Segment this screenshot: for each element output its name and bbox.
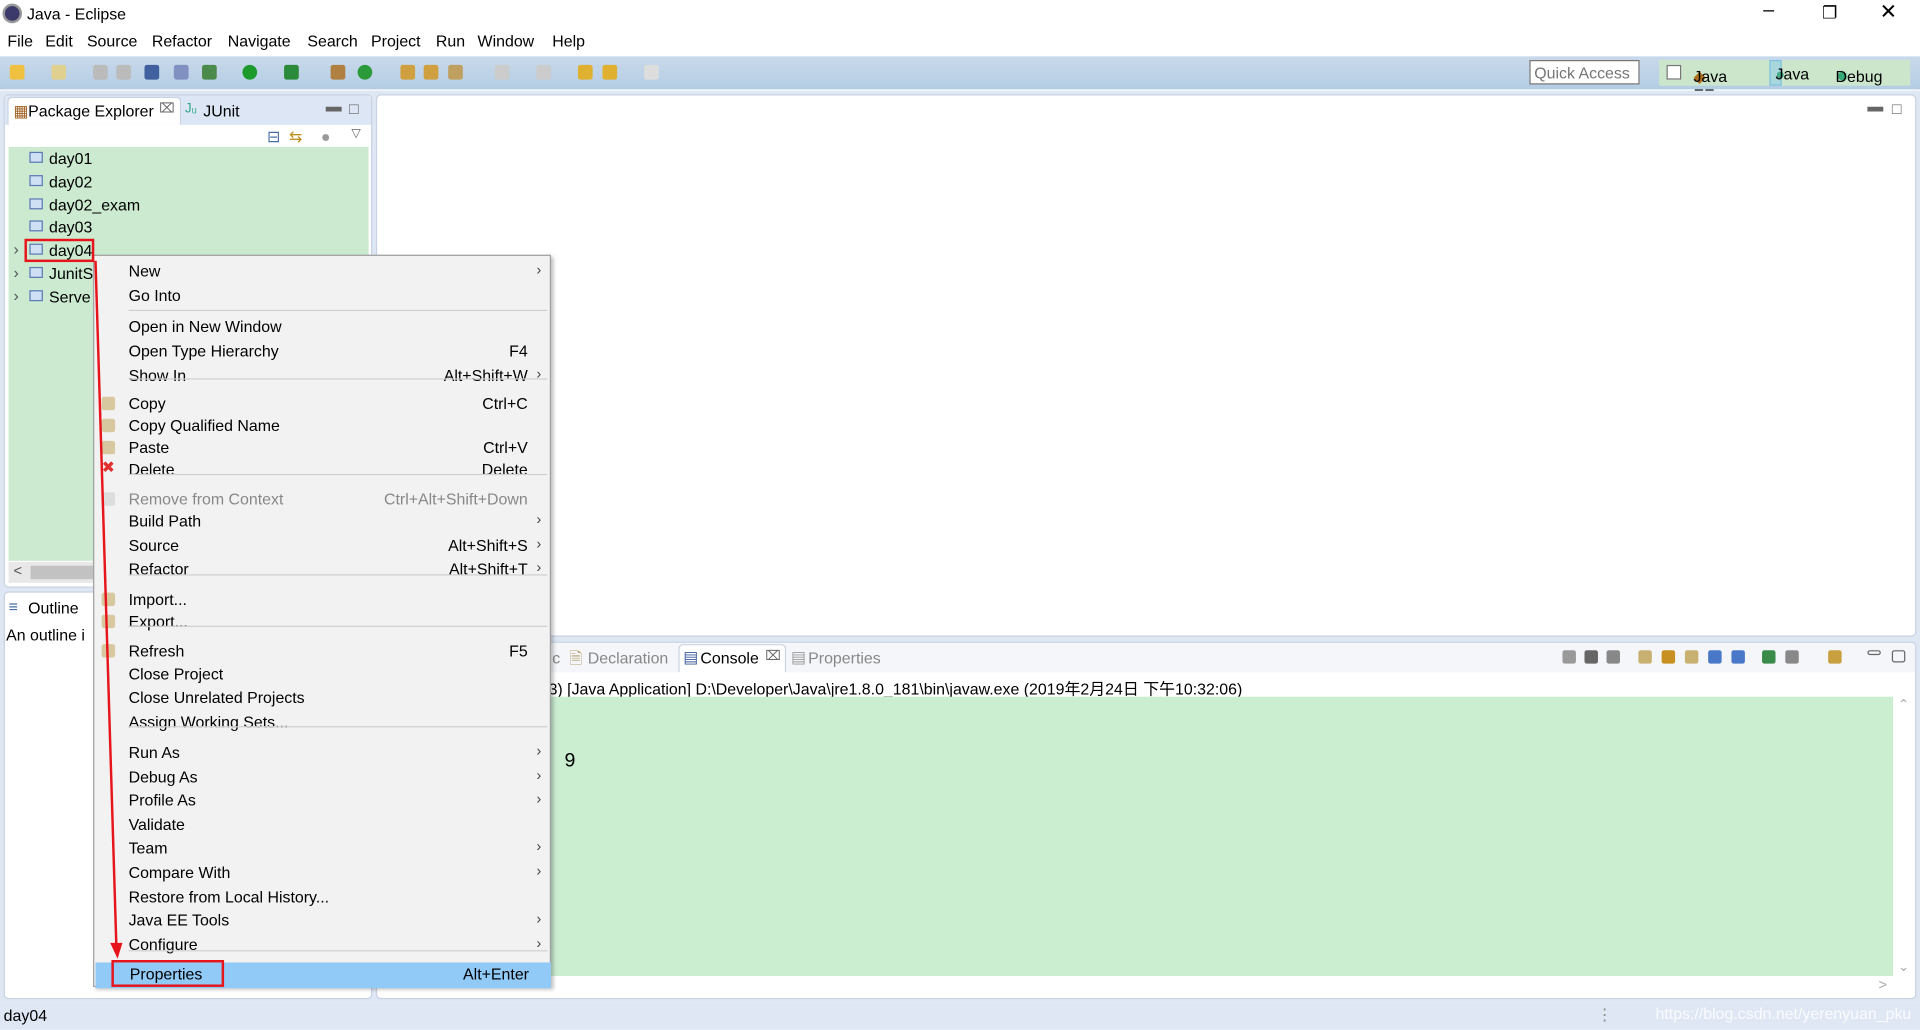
- eclipse-window: Java - Eclipse – ❐ ✕ File Edit Source Refac…: [0, 0, 1920, 1030]
- annotation-arrow: [94, 260, 123, 959]
